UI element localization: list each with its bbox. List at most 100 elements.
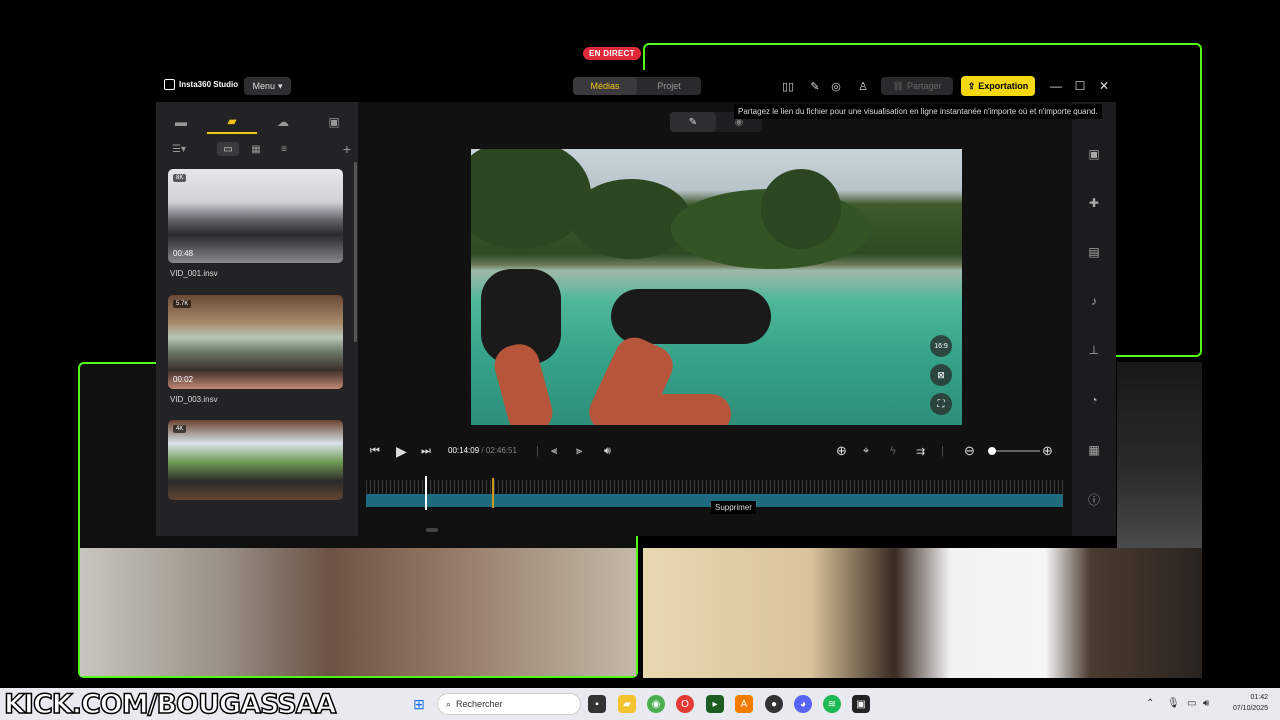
flash-icon[interactable]: ϟ: [890, 443, 896, 459]
playhead[interactable]: [425, 476, 428, 510]
tab-projet[interactable]: Projet: [637, 77, 701, 95]
divider: |: [941, 445, 944, 457]
volume-icon[interactable]: 🔊︎: [604, 443, 611, 459]
share-button[interactable]: ⛓ Partager: [881, 77, 953, 95]
app-name: Insta360 Studio: [179, 80, 239, 89]
close-icon[interactable]: ✕: [1097, 79, 1111, 93]
media-thumbnail[interactable]: 5.7K 00:02: [168, 295, 343, 389]
upload-icon: ⇪: [967, 80, 976, 91]
puzzle-icon[interactable]: ✚: [1086, 195, 1102, 211]
microphone-icon[interactable]: 🎙︎: [1167, 698, 1180, 709]
resolution-badge: 4K: [173, 425, 187, 433]
taskbar-search[interactable]: ⌕ Rechercher: [437, 693, 581, 715]
scene-trees: [471, 149, 591, 249]
import-tab-icon[interactable]: ▣: [309, 110, 359, 134]
spotify-icon[interactable]: ≋: [823, 695, 841, 713]
file-explorer-icon[interactable]: ▰: [618, 695, 636, 713]
thumbnail-image: 4K: [168, 420, 343, 500]
video-preview[interactable]: 16:9 ⊠ ⛶: [471, 149, 962, 425]
insta360-studio-taskbar-icon[interactable]: ▣: [852, 695, 870, 713]
tools-panel: ▣ ✚ ▤ ♪ ⊥ ◔ ▦ ⓘ: [1072, 102, 1116, 536]
skip-back-icon[interactable]: ⏮: [370, 443, 380, 459]
adjust-icon[interactable]: ⇉: [916, 443, 925, 459]
play-icon[interactable]: ▶: [396, 443, 407, 459]
media-thumbnail[interactable]: 4K: [168, 420, 343, 500]
media-thumbnail[interactable]: 8K 00:48: [168, 169, 343, 263]
book-icon[interactable]: ▯▯: [781, 79, 795, 93]
chrome-icon[interactable]: ◉: [647, 695, 665, 713]
speed-icon[interactable]: ◔: [1086, 392, 1102, 408]
local-media-tab-icon[interactable]: ▬: [156, 110, 206, 134]
duration-label: 00:02: [173, 375, 194, 384]
menu-label: Menu: [252, 81, 275, 91]
webcam-background: [1117, 362, 1202, 548]
user-icon[interactable]: ♙: [856, 79, 870, 93]
chevron-up-icon[interactable]: ⌃: [1146, 698, 1154, 709]
scene-trees: [761, 169, 841, 249]
track-target-icon[interactable]: ⌖: [863, 443, 869, 459]
obs-icon[interactable]: ●: [765, 695, 783, 713]
terminal-icon[interactable]: ▸: [706, 695, 724, 713]
folder-tab-icon[interactable]: ▰: [207, 110, 257, 134]
media-scrollbar[interactable]: [354, 162, 357, 342]
webcam-right: [643, 548, 1202, 678]
skip-forward-icon[interactable]: ⏭: [421, 443, 431, 459]
crop-icon[interactable]: ⊠: [930, 364, 952, 386]
app-window: Insta360 Studio Menu ▾ Médias Projet ▯▯ …: [156, 70, 1116, 536]
edit-view-icon[interactable]: ✎: [670, 112, 716, 132]
maximize-icon[interactable]: ☐: [1073, 79, 1087, 93]
clock-time: 01:42: [1250, 694, 1268, 701]
export-button[interactable]: ⇪ Exportation: [961, 76, 1035, 96]
stamp-icon[interactable]: ⊥: [1086, 342, 1102, 358]
fullscreen-icon[interactable]: ⛶: [930, 393, 952, 415]
channel-url: KICK.COM/BOUGASSAA: [3, 688, 337, 720]
clock[interactable]: 01:42 07/10/2025: [1226, 692, 1268, 714]
media-filename: VID_003.insv: [170, 395, 218, 404]
coin-icon[interactable]: ◎: [829, 79, 843, 93]
discord-icon[interactable]: ◕: [794, 695, 812, 713]
search-placeholder: Rechercher: [456, 699, 503, 709]
share-label: Partager: [906, 81, 942, 91]
audio-settings-icon[interactable]: ♪: [1086, 293, 1102, 309]
app-icon[interactable]: A: [735, 695, 753, 713]
thumbnail-image: 5.7K 00:02: [168, 295, 343, 389]
camera-icon[interactable]: ▣: [1086, 146, 1102, 162]
app-logo-icon: [164, 79, 175, 90]
total-time: 02:46:51: [485, 446, 517, 455]
menu-button[interactable]: Menu ▾: [244, 77, 291, 95]
layers-icon[interactable]: ▦: [1086, 442, 1102, 458]
network-icon[interactable]: ▭: [1187, 698, 1196, 709]
add-keyframe-icon[interactable]: ⊕: [836, 443, 847, 459]
cloud-tab-icon[interactable]: ☁: [258, 110, 308, 134]
export-label: Exportation: [978, 81, 1029, 91]
media-add-icon[interactable]: ▤: [1086, 244, 1102, 260]
timeline-ruler: [366, 480, 1063, 494]
aspect-ratio-button[interactable]: 16:9: [930, 335, 952, 357]
minimize-icon[interactable]: —: [1049, 79, 1063, 93]
timeline-scrollbar[interactable]: [426, 528, 438, 532]
split-end-icon[interactable]: ⫸: [576, 443, 582, 459]
task-view-icon[interactable]: ▪: [588, 695, 606, 713]
add-icon[interactable]: +: [339, 141, 355, 157]
keyframe-marker[interactable]: [492, 478, 494, 508]
windows-start-icon[interactable]: ⊞: [410, 695, 428, 713]
speaker-icon[interactable]: 🔊︎: [1203, 698, 1209, 709]
link-icon: ⛓: [892, 80, 904, 91]
zoom-slider[interactable]: [990, 450, 1040, 452]
zoom-in-icon[interactable]: ⊕: [1042, 443, 1053, 459]
zoom-slider-handle[interactable]: [988, 447, 996, 455]
media-panel: ▬ ▰ ☁ ▣ ☰▾ ▭ ▦ ≡ + 8K 00:48 VID_001.insv…: [156, 102, 358, 536]
zoom-out-icon[interactable]: ⊖: [964, 443, 975, 459]
list-view-icon[interactable]: ≡: [276, 142, 292, 156]
info-icon[interactable]: ⓘ: [1086, 491, 1102, 507]
sort-icon[interactable]: ☰▾: [168, 142, 190, 156]
resolution-badge: 8K: [173, 174, 187, 182]
grid-small-view-icon[interactable]: ▦: [248, 142, 264, 156]
edit-notification-icon[interactable]: ✎: [808, 79, 822, 93]
scene-hand: [631, 394, 731, 425]
opera-icon[interactable]: O: [676, 695, 694, 713]
split-start-icon[interactable]: ⫷: [551, 443, 557, 459]
grid-large-view-icon[interactable]: ▭: [217, 142, 239, 156]
tab-medias[interactable]: Médias: [573, 77, 637, 95]
time-display: 00:14:09 / 02:46:51: [448, 446, 517, 455]
